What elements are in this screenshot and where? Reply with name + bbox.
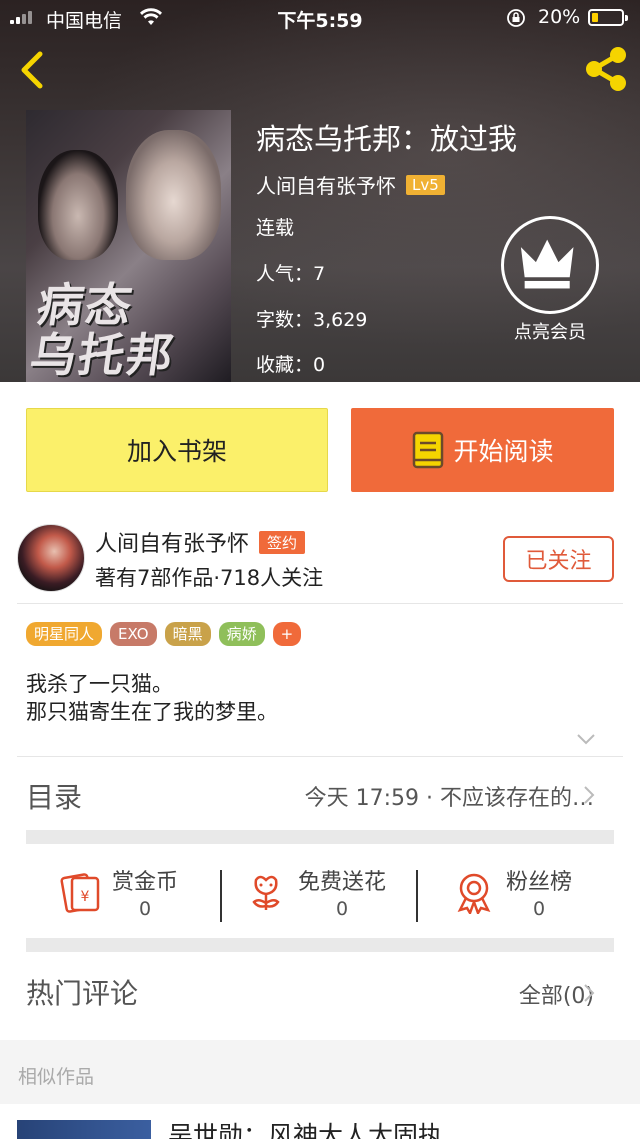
follow-label: 已关注 <box>525 549 592 574</box>
similar-work-cover <box>17 1120 151 1139</box>
divider <box>17 603 623 604</box>
red-envelope-icon: ¥ <box>60 873 100 913</box>
crown-icon <box>501 216 599 314</box>
flower-icon <box>252 875 280 910</box>
table-of-contents-row[interactable]: 目录 今天 17:59 · 不应该存在的… <box>0 758 640 828</box>
favorites-count: 收藏：0 <box>256 354 326 376</box>
add-to-shelf-button[interactable]: 加入书架 <box>26 408 328 492</box>
author-card[interactable]: 人间自有张予怀 签约 著有7部作品·718人关注 已关注 <box>0 520 640 604</box>
similar-works-label: 相似作品 <box>18 1066 95 1088</box>
author-row[interactable]: 人间自有张予怀 Lv5 <box>256 170 445 199</box>
cover-title-art: 病态 乌托邦 <box>26 278 179 382</box>
reward-label: 赏金币 <box>112 870 179 895</box>
support-stats: ¥ 赏金币 0 免费送花 0 粉丝榜 0 <box>0 852 640 938</box>
description-line: 那只猫寄生在了我的梦里。 <box>26 700 278 724</box>
start-reading-label: 开始阅读 <box>453 437 554 466</box>
battery-icon <box>588 9 628 26</box>
flower-label: 免费送花 <box>298 870 387 895</box>
fan-ranking-button[interactable]: 粉丝榜 0 <box>452 864 572 920</box>
fan-rank-count: 0 <box>532 898 546 920</box>
comments-label: 热门评论 <box>26 977 139 1010</box>
vip-label: 点亮会员 <box>514 322 586 343</box>
expand-chevron-icon[interactable] <box>576 732 596 746</box>
svg-text:¥: ¥ <box>81 889 90 905</box>
start-reading-button[interactable]: 开始阅读 <box>351 408 614 492</box>
book-title: 病态乌托邦：放过我 <box>256 122 518 156</box>
latest-chapter: 今天 17:59 · 不应该存在的… <box>304 786 594 811</box>
avatar[interactable] <box>17 524 85 592</box>
author-stats: 著有7部作品·718人关注 <box>95 566 324 590</box>
author-card-name: 人间自有张予怀 <box>95 532 250 557</box>
level-badge: Lv5 <box>406 174 445 195</box>
divider <box>17 756 623 757</box>
reward-count: 0 <box>138 898 152 920</box>
book-cover[interactable]: 病态 乌托邦 <box>26 110 231 382</box>
signed-badge: 签约 <box>259 530 306 554</box>
book-icon <box>413 431 444 469</box>
serial-status: 连载 <box>256 217 295 239</box>
fan-rank-label: 粉丝榜 <box>506 870 573 895</box>
popularity: 人气：7 <box>256 263 326 285</box>
tag[interactable]: 病娇 <box>218 622 265 646</box>
share-button[interactable] <box>580 44 632 94</box>
add-to-shelf-label: 加入书架 <box>126 437 227 466</box>
book-header: 中国电信 下午5:59 20% 病态乌托邦 病态乌托邦：放过我 人间自有张予怀 <box>0 0 640 382</box>
tag[interactable]: EXO <box>110 622 157 646</box>
back-button[interactable] <box>14 48 54 92</box>
similar-work-title: 吴世勋：风神大人太固执 <box>168 1121 444 1139</box>
tag[interactable]: 明星同人 <box>26 622 103 646</box>
divider <box>416 870 418 922</box>
description-line: 我杀了一只猫。 <box>26 672 173 696</box>
chevron-right-icon <box>584 786 595 804</box>
cover-figure <box>38 150 118 260</box>
author-name[interactable]: 人间自有张予怀 <box>256 170 396 199</box>
follow-button[interactable]: 已关注 <box>503 536 614 582</box>
chevron-right-icon <box>584 984 595 1002</box>
section-band <box>26 830 614 844</box>
battery-percent: 20% <box>538 6 581 28</box>
toc-label: 目录 <box>26 781 83 814</box>
book-description: 我杀了一只猫。 那只猫寄生在了我的梦里。 <box>26 670 278 726</box>
vip-button[interactable]: 点亮会员 <box>500 216 600 346</box>
hot-comments-row[interactable]: 热门评论 全部(0) <box>0 958 640 1028</box>
similar-work-item[interactable]: 吴世勋：风神大人太固执 <box>0 1104 640 1139</box>
tag[interactable]: 暗黑 <box>164 622 211 646</box>
detail-panel: 加入书架 开始阅读 人间自有张予怀 签约 著有7部作品·718人关注 已关注 明… <box>0 382 640 1139</box>
status-bar: 中国电信 下午5:59 20% <box>0 0 640 36</box>
rotation-lock-icon <box>507 9 525 27</box>
section-band <box>26 938 614 952</box>
reward-coins-button[interactable]: ¥ 赏金币 0 <box>58 864 178 920</box>
send-flower-button[interactable]: 免费送花 0 <box>244 864 386 920</box>
similar-works-section: 相似作品 吴世勋：风神大人太固执 <box>0 1040 640 1139</box>
more-tags-button[interactable]: + <box>272 622 302 646</box>
cover-figure <box>126 130 221 260</box>
medal-icon <box>457 873 491 914</box>
tag-list: 明星同人 EXO 暗黑 病娇 + <box>26 622 302 646</box>
flower-count: 0 <box>335 898 349 920</box>
divider <box>220 870 222 922</box>
word-count: 字数：3,629 <box>256 309 368 331</box>
